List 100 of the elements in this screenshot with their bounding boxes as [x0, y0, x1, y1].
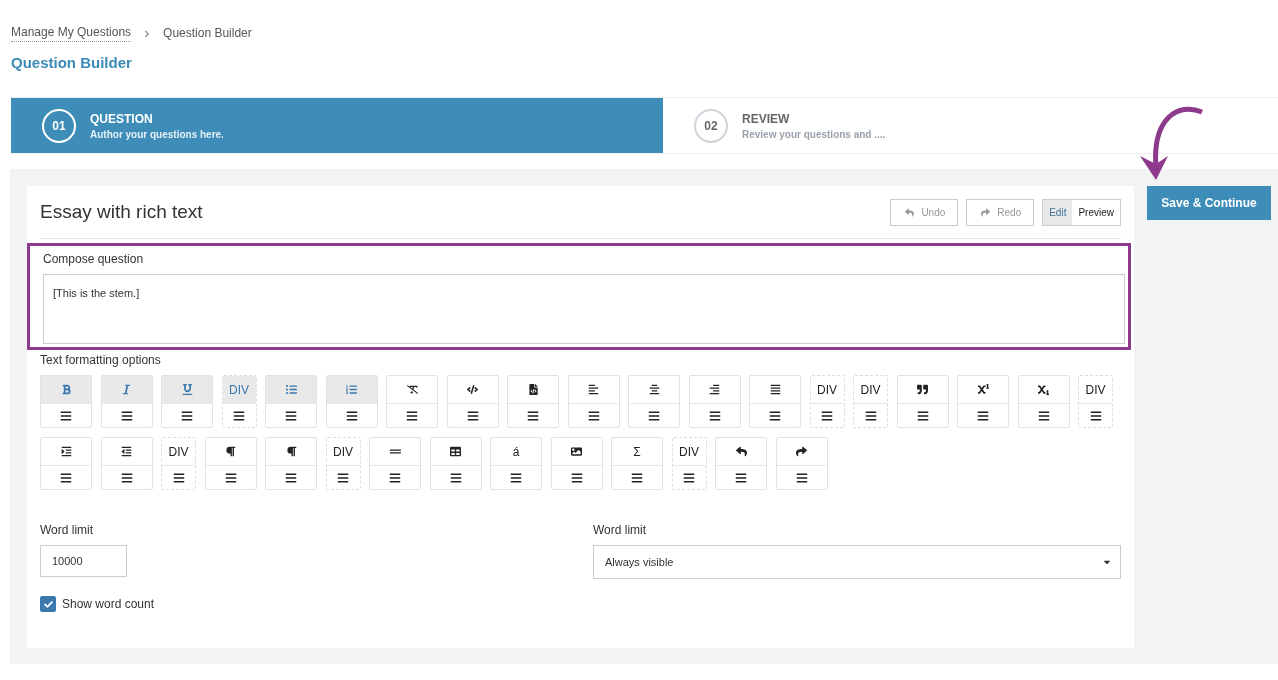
menu-icon	[683, 471, 695, 484]
format-button[interactable]	[369, 437, 421, 490]
menu-icon	[708, 409, 721, 422]
format-button[interactable]	[688, 375, 741, 428]
field-label: Word limit	[40, 523, 95, 537]
menu-icon	[449, 471, 462, 484]
section-label: Text formatting options	[40, 353, 162, 367]
format-button[interactable]	[567, 375, 620, 428]
menu-icon	[233, 409, 245, 422]
step-subtitle: Author your questions here.	[90, 128, 224, 140]
align-center-icon	[648, 384, 660, 395]
visibility-select[interactable]: Always visible	[593, 545, 1121, 579]
undo-icon	[905, 207, 915, 217]
format-button[interactable]	[550, 437, 603, 490]
code-icon	[467, 384, 478, 395]
mode-tab[interactable]: Edit	[1043, 199, 1073, 225]
menu-icon	[389, 471, 401, 484]
format-button[interactable]	[1017, 375, 1070, 428]
menu-icon	[527, 409, 539, 422]
step-tab[interactable]: 01 QUESTION Author your questions here.	[11, 98, 663, 153]
image-icon	[571, 446, 582, 457]
step-number: 02	[694, 108, 728, 143]
menu-icon	[345, 409, 358, 422]
menu-icon	[1089, 409, 1102, 422]
menu-icon	[60, 409, 72, 422]
paragraph-icon	[285, 446, 297, 457]
menu-icon	[466, 409, 479, 422]
format-button[interactable]	[749, 375, 801, 428]
format-button[interactable]	[265, 437, 317, 490]
menu-icon	[587, 409, 600, 422]
question-editor[interactable]: [This is the stem.]	[43, 274, 1125, 344]
menu-icon	[285, 471, 297, 484]
step-title: QUESTION	[90, 111, 154, 126]
menu-icon	[631, 471, 643, 484]
checkbox-label: Show word count	[62, 597, 155, 611]
menu-icon	[570, 471, 583, 484]
field-label: Compose question	[43, 252, 145, 266]
subscript-icon	[1038, 384, 1049, 395]
menu-icon	[821, 409, 833, 422]
justify-icon	[769, 384, 781, 395]
format-button[interactable]	[775, 437, 828, 490]
breadcrumb-link[interactable]: Manage My Questions	[11, 25, 132, 42]
menu-icon	[735, 471, 747, 484]
superscript-icon	[977, 384, 989, 395]
format-button[interactable]	[628, 375, 680, 428]
align-right-icon	[709, 384, 720, 395]
breadcrumb-current: Question Builder	[163, 25, 252, 42]
menu-icon	[172, 471, 185, 484]
menu-icon	[181, 409, 193, 422]
menu-icon	[977, 409, 989, 422]
menu-icon	[406, 409, 418, 422]
chevron-icon	[143, 29, 152, 38]
menu-icon	[864, 409, 877, 422]
menu-icon	[120, 409, 133, 422]
numbered-list-icon	[346, 384, 357, 395]
format-button[interactable]	[446, 375, 499, 428]
outdent-icon	[121, 446, 132, 457]
format-button[interactable]: DIV	[809, 375, 845, 428]
word-limit-field[interactable]: 10000	[40, 545, 127, 577]
format-button[interactable]: Σ	[611, 437, 663, 490]
format-button[interactable]	[386, 375, 438, 428]
format-button[interactable]	[204, 437, 257, 490]
indent-icon	[60, 446, 72, 457]
format-button[interactable]: DIV	[853, 375, 888, 428]
page-title: Question Builder	[11, 54, 133, 71]
format-button[interactable]	[507, 375, 559, 428]
clear-format-icon	[406, 384, 418, 395]
bold-icon	[60, 384, 72, 395]
format-button[interactable]	[715, 437, 767, 490]
menu-icon	[795, 471, 808, 484]
format-button[interactable]: DIV	[1078, 375, 1113, 428]
menu-icon	[60, 471, 72, 484]
checkbox[interactable]	[40, 596, 56, 612]
check-icon	[43, 599, 53, 609]
save-continue-button[interactable]: Save & Continue	[1147, 186, 1271, 220]
menu-icon	[120, 471, 133, 484]
format-button[interactable]	[896, 375, 949, 428]
format-button[interactable]: DIV	[671, 437, 707, 490]
field-label: Word limit	[593, 523, 648, 537]
underline-icon	[181, 384, 193, 395]
format-button[interactable]	[40, 437, 92, 490]
paragraph-icon	[225, 446, 236, 457]
redo-icon	[981, 207, 991, 217]
menu-icon	[285, 409, 297, 422]
italic-icon	[121, 384, 132, 395]
step-title: REVIEW	[742, 111, 791, 126]
format-button[interactable]: DIV	[161, 437, 196, 490]
menu-icon	[510, 471, 522, 484]
format-button[interactable]: DIV	[221, 375, 257, 428]
format-button[interactable]	[957, 375, 1009, 428]
format-button[interactable]	[100, 437, 153, 490]
table-icon	[450, 446, 461, 457]
menu-icon	[1037, 409, 1050, 422]
format-button[interactable]: á	[490, 437, 542, 490]
format-button[interactable]	[429, 437, 482, 490]
step-number: 01	[42, 108, 76, 143]
horizontal-rule-icon	[389, 446, 401, 457]
question-type-title: Essay with rich text	[40, 201, 204, 223]
format-button[interactable]: DIV	[325, 437, 361, 490]
redo-icon	[796, 446, 807, 457]
